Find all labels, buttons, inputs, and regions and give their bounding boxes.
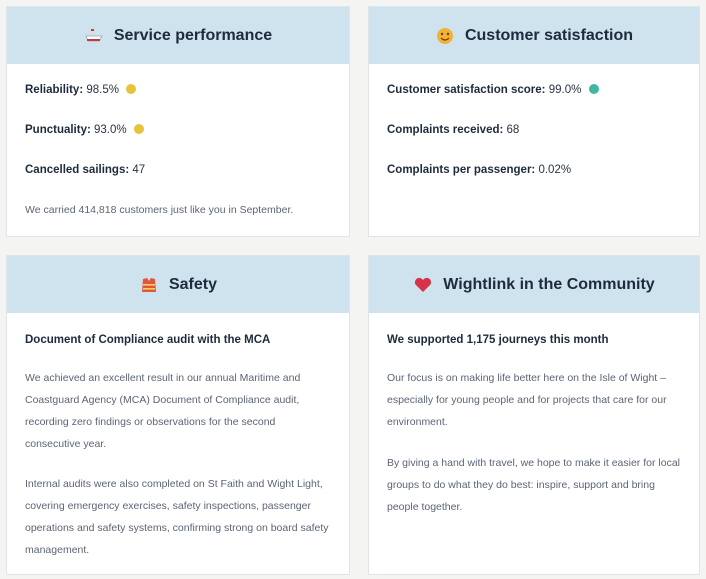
punctuality-row: Punctuality: 93.0% (25, 124, 144, 136)
reliability-label: Reliability: (25, 84, 84, 96)
reliability-row: Reliability: 98.5% (25, 84, 137, 96)
safety-paragraph-2: Internal audits were also completed on S… (25, 478, 329, 556)
complaints-per-passenger-row: Complaints per passenger: 0.02% (387, 164, 571, 176)
cancelled-row: Cancelled sailings: 47 (25, 164, 145, 176)
community-paragraph-1: Our focus is on making life better here … (387, 372, 667, 428)
heart-icon (413, 276, 433, 294)
community-title: Wightlink in the Community (443, 275, 655, 293)
green-status-dot (588, 84, 599, 94)
customer-satisfaction-card: Customer satisfaction Customer satisfact… (368, 6, 700, 237)
punctuality-value: 93.0% (94, 124, 127, 136)
service-performance-header: Service performance (7, 7, 349, 64)
safety-header: Safety (7, 256, 349, 313)
complaints-value: 68 (506, 124, 520, 136)
satisfaction-score-label: Customer satisfaction score: (387, 84, 546, 96)
punctuality-label: Punctuality: (25, 124, 91, 136)
amber-status-dot (133, 124, 144, 134)
satisfaction-score-row: Customer satisfaction score: 99.0% (387, 84, 599, 96)
safety-card: Safety Document of Compliance audit with… (6, 255, 350, 575)
complaints-per-passenger-value: 0.02% (538, 164, 572, 176)
satisfaction-score-value: 99.0% (548, 84, 582, 96)
community-paragraph-2: By giving a hand with travel, we hope to… (387, 457, 680, 513)
complaints-per-passenger-label: Complaints per passenger: (387, 164, 536, 176)
safety-paragraph-1: We achieved an excellent result in our a… (25, 372, 301, 450)
customer-satisfaction-title: Customer satisfaction (464, 26, 634, 44)
customers-carried-text: We carried 414,818 customers just like y… (25, 204, 294, 216)
smiley-face-icon (435, 27, 455, 45)
ferry-icon (84, 27, 104, 45)
cancelled-label: Cancelled sailings: (25, 164, 130, 176)
service-performance-title: Service performance (113, 26, 273, 44)
community-header: Wightlink in the Community (369, 256, 699, 313)
service-performance-card: Service performance Reliability: 98.5% P… (6, 6, 350, 237)
cancelled-value: 47 (132, 164, 146, 176)
complaints-row: Complaints received: 68 (387, 124, 519, 136)
reliability-value: 98.5% (86, 84, 119, 96)
amber-status-dot (126, 84, 137, 94)
community-subhead: We supported 1,175 journeys this month (387, 334, 609, 346)
safety-title: Safety (168, 275, 218, 293)
life-jacket-icon (139, 276, 159, 294)
safety-subhead: Document of Compliance audit with the MC… (25, 334, 271, 346)
community-card: Wightlink in the Community We supported … (368, 255, 700, 575)
complaints-label: Complaints received: (387, 124, 504, 136)
customer-satisfaction-header: Customer satisfaction (369, 7, 699, 64)
